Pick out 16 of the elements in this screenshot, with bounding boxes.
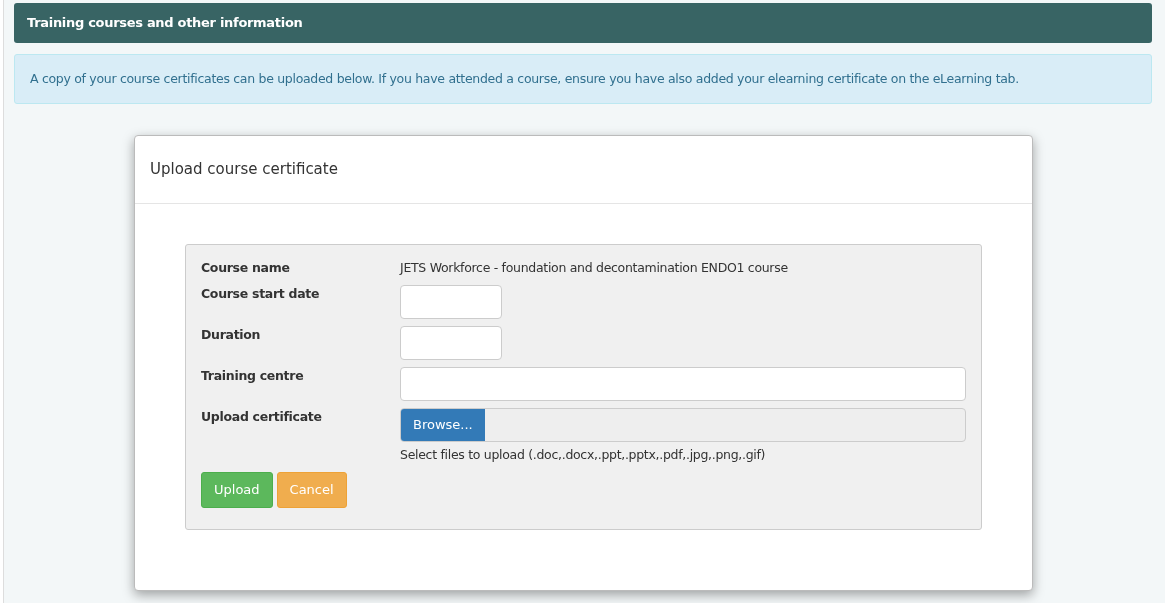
field-label: Training centre (201, 366, 305, 385)
field-label: Duration (201, 325, 262, 344)
field-value: JETS Workforce - foundation and decontamination ENDO1 course (400, 259, 788, 275)
file-input[interactable]: Browse... (400, 407, 966, 442)
input-field[interactable] (400, 366, 966, 401)
field-label: Upload certificate (201, 407, 323, 426)
upload-hint: Select files to upload (.doc,.docx,.ppt,.pptx,.pdf,.jpg,.png,.gif) (400, 445, 767, 464)
input-field[interactable] (400, 325, 502, 360)
info-alert: A copy of your course certificates can be uploaded below. If you have attended a course, ensure you have also added your elearning certificate on the eLearning tab. (14, 53, 1152, 105)
dialog-title: Upload course certificate (135, 136, 1032, 204)
field-label: Course name (201, 258, 291, 277)
browse-button[interactable]: Browse... (401, 408, 485, 441)
input-field[interactable] (400, 284, 502, 319)
upload-button[interactable]: Upload (201, 472, 273, 508)
panel-header: Training courses and other information (14, 3, 1152, 43)
field-label: Course start date (201, 284, 321, 303)
